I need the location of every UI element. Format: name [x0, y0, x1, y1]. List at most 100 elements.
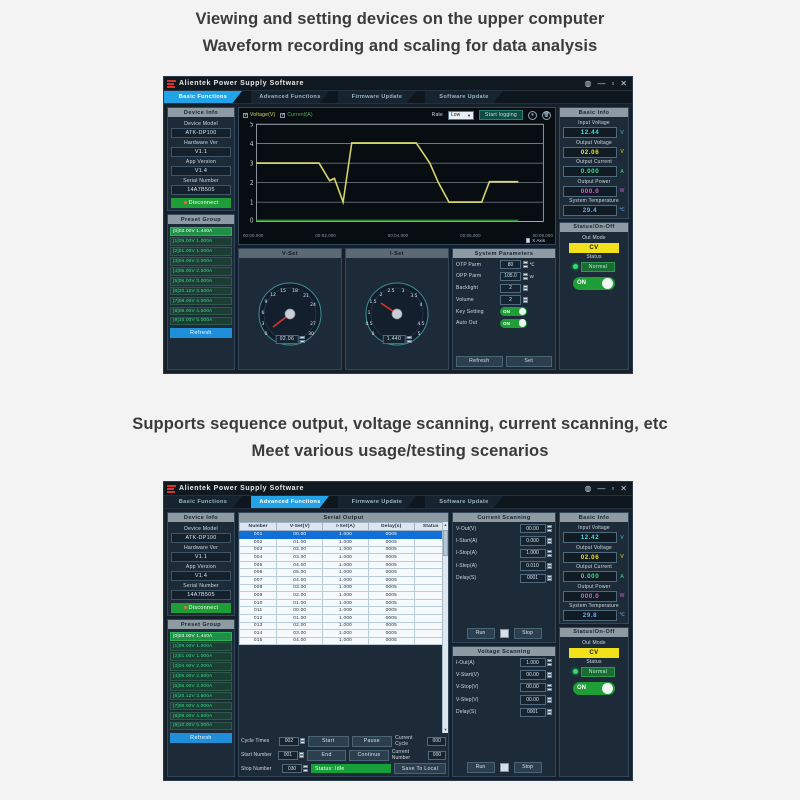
- cs-istop-control[interactable]: 1.000: [519, 548, 552, 559]
- cs-run-button[interactable]: Run: [466, 627, 495, 639]
- preset-item-9[interactable]: [9]10.00V 5.000A: [170, 316, 232, 326]
- cs-vout-value[interactable]: 00.00: [519, 524, 546, 534]
- cs-delay-control[interactable]: 0001: [519, 573, 552, 583]
- stop-number-control[interactable]: 030: [282, 764, 308, 774]
- vs-vstart-spinner[interactable]: [547, 671, 552, 679]
- volume-value[interactable]: 2: [500, 295, 521, 305]
- vs-delay-control[interactable]: 0001: [519, 707, 552, 717]
- table-row[interactable]: 004 03.00 1.000 0005: [239, 553, 448, 562]
- preset-item-8[interactable]: [8]09.00V 4.500A: [170, 306, 232, 316]
- start-number-spinner[interactable]: [298, 751, 304, 759]
- otp-parm-value[interactable]: 80: [500, 260, 521, 270]
- preset-item-1[interactable]: [1]09.00V 1.000A: [170, 236, 232, 246]
- opp-parm-value[interactable]: 105.0: [500, 271, 521, 281]
- trash-icon[interactable]: 🗑: [542, 110, 551, 120]
- cs-istop-spinner[interactable]: [547, 550, 552, 557]
- cycle-times-control[interactable]: 002: [278, 736, 305, 746]
- i-set-value-control[interactable]: 1.440: [382, 334, 412, 344]
- i-set-gauge[interactable]: 0 0.5 1 1.5 2 2.5 3 3.5 4 4.5 5 1.440: [364, 281, 430, 347]
- preset-item-7[interactable]: [7]08.00V 4.000A: [170, 296, 232, 306]
- start-number-value[interactable]: 001: [277, 750, 298, 760]
- preset-item-4-2[interactable]: [4]05.00V 2.500A: [170, 671, 232, 681]
- tab-firmware-update[interactable]: Firmware Update: [338, 91, 416, 103]
- cs-stop-button[interactable]: Stop: [513, 627, 542, 639]
- current-checkbox[interactable]: Current(A): [280, 112, 313, 118]
- vs-vstart-control[interactable]: 00.00: [519, 670, 552, 680]
- i-set-spinner[interactable]: [406, 336, 412, 343]
- end-button[interactable]: End: [306, 749, 347, 761]
- vs-iout-value[interactable]: 1.000: [519, 658, 546, 668]
- preset-item-3-2[interactable]: [3]04.00V 2.000A: [170, 661, 232, 671]
- system-refresh-button[interactable]: Refresh: [456, 355, 503, 367]
- rate-select[interactable]: Low ▼: [448, 110, 475, 120]
- stop-number-spinner[interactable]: [303, 765, 308, 772]
- start-logging-button[interactable]: Start logging: [479, 110, 523, 121]
- v-set-gauge[interactable]: 0 3 6 9 12 15 18 21 24 27 30 02.06: [257, 281, 323, 347]
- table-row[interactable]: 002 01.00 1.000 0005: [239, 537, 448, 547]
- table-scrollbar[interactable]: ▲ ▼: [442, 522, 448, 734]
- save-to-local-button[interactable]: Save To Local: [394, 763, 446, 774]
- maximize-icon[interactable]: ▫: [611, 79, 614, 88]
- table-row[interactable]: 012 01.00 1.000 0005: [239, 613, 448, 623]
- preset-item-8-2[interactable]: [8]09.00V 4.500A: [170, 711, 232, 721]
- preset-item-6[interactable]: [6]20.12V 3.500A: [170, 286, 232, 296]
- vs-vstop-value[interactable]: 00.00: [519, 682, 546, 693]
- table-row[interactable]: 007 04.00 1.000 0005: [239, 575, 448, 585]
- preset-item-0[interactable]: [0]03.00V 1.440A: [170, 226, 232, 236]
- vs-vstep-value[interactable]: 00.00: [519, 695, 546, 705]
- disconnect-button[interactable]: Disconnect: [171, 198, 231, 209]
- table-row[interactable]: 003 02.00 1.000 0005: [239, 545, 448, 555]
- cs-vout-control[interactable]: 00.00: [519, 524, 552, 534]
- disconnect-button-2[interactable]: Disconnect: [171, 603, 231, 614]
- tab-basic-functions[interactable]: Basic Functions: [164, 91, 242, 103]
- preset-item-5-2[interactable]: [5]06.00V 3.000A: [170, 681, 232, 691]
- pause-button[interactable]: Pause: [351, 735, 393, 747]
- preset-item-7-2[interactable]: [7]08.00V 4.000A: [170, 701, 232, 711]
- cycle-times-spinner[interactable]: [299, 737, 305, 745]
- vs-delay-spinner[interactable]: [547, 708, 552, 716]
- preset-item-6-2[interactable]: [6]20.12V 3.500A: [170, 691, 232, 701]
- power-toggle[interactable]: ON: [573, 276, 615, 290]
- minimize-icon[interactable]: —: [597, 79, 605, 88]
- cs-istart-value[interactable]: 0.000: [519, 536, 546, 546]
- vs-vstop-control[interactable]: 00.00: [519, 682, 552, 693]
- voltage-checkbox[interactable]: Voltage(V): [243, 112, 275, 118]
- vs-iout-spinner[interactable]: [547, 659, 552, 666]
- tab-basic-functions-2[interactable]: Basic Functions: [164, 496, 242, 508]
- preset-item-0-2[interactable]: [0]03.00V 1.440A: [170, 631, 232, 641]
- tab-advanced-functions[interactable]: Advanced Functions: [251, 91, 329, 103]
- otp-parm-spinner[interactable]: [522, 261, 528, 268]
- pause-icon[interactable]: ⏸: [528, 110, 537, 120]
- table-row[interactable]: 001 00.00 1.000 0005: [239, 530, 448, 539]
- scroll-down-icon[interactable]: ▼: [443, 727, 448, 733]
- auto-out-toggle[interactable]: ON: [500, 318, 527, 328]
- cs-istop-value[interactable]: 1.000: [519, 548, 546, 559]
- start-number-control[interactable]: 001: [277, 750, 304, 760]
- vs-stop-button[interactable]: Stop: [513, 761, 542, 773]
- vs-vstep-spinner[interactable]: [547, 696, 552, 704]
- v-set-value-control[interactable]: 02.06: [275, 334, 305, 344]
- key-setting-toggle[interactable]: ON: [500, 307, 527, 317]
- table-row[interactable]: 013 02.00 1.000 0005: [239, 621, 448, 631]
- preset-item-2-2[interactable]: [2]01.00V 1.000A: [170, 651, 232, 661]
- table-row[interactable]: 011 00.00 1.000 0005: [239, 606, 448, 615]
- cs-vout-spinner[interactable]: [547, 525, 552, 532]
- table-row[interactable]: 009 02.00 1.000 0005: [239, 591, 448, 600]
- continue-button[interactable]: Continue: [349, 749, 389, 761]
- cs-delay-value[interactable]: 0001: [519, 573, 546, 583]
- vs-vstart-value[interactable]: 00.00: [519, 670, 546, 680]
- vs-vstep-control[interactable]: 00.00: [519, 695, 552, 705]
- otp-parm-control[interactable]: 80: [500, 260, 528, 270]
- minimize-icon[interactable]: —: [597, 484, 605, 493]
- table-row[interactable]: 008 03.00 1.000 0005: [239, 583, 448, 593]
- system-set-button[interactable]: Set: [505, 355, 552, 367]
- tab-software-update[interactable]: Software Update: [425, 91, 503, 103]
- help-icon[interactable]: ◍: [584, 484, 591, 493]
- cs-istep-value[interactable]: 0.010: [519, 561, 546, 571]
- table-row[interactable]: 006 05.00 1.000 0005: [239, 568, 448, 577]
- close-icon[interactable]: ✕: [620, 79, 627, 88]
- power-toggle-2[interactable]: ON: [573, 681, 615, 695]
- volume-spinner[interactable]: [522, 296, 528, 304]
- tab-software-update-2[interactable]: Software Update: [425, 496, 503, 508]
- vs-iout-control[interactable]: 1.000: [519, 658, 552, 668]
